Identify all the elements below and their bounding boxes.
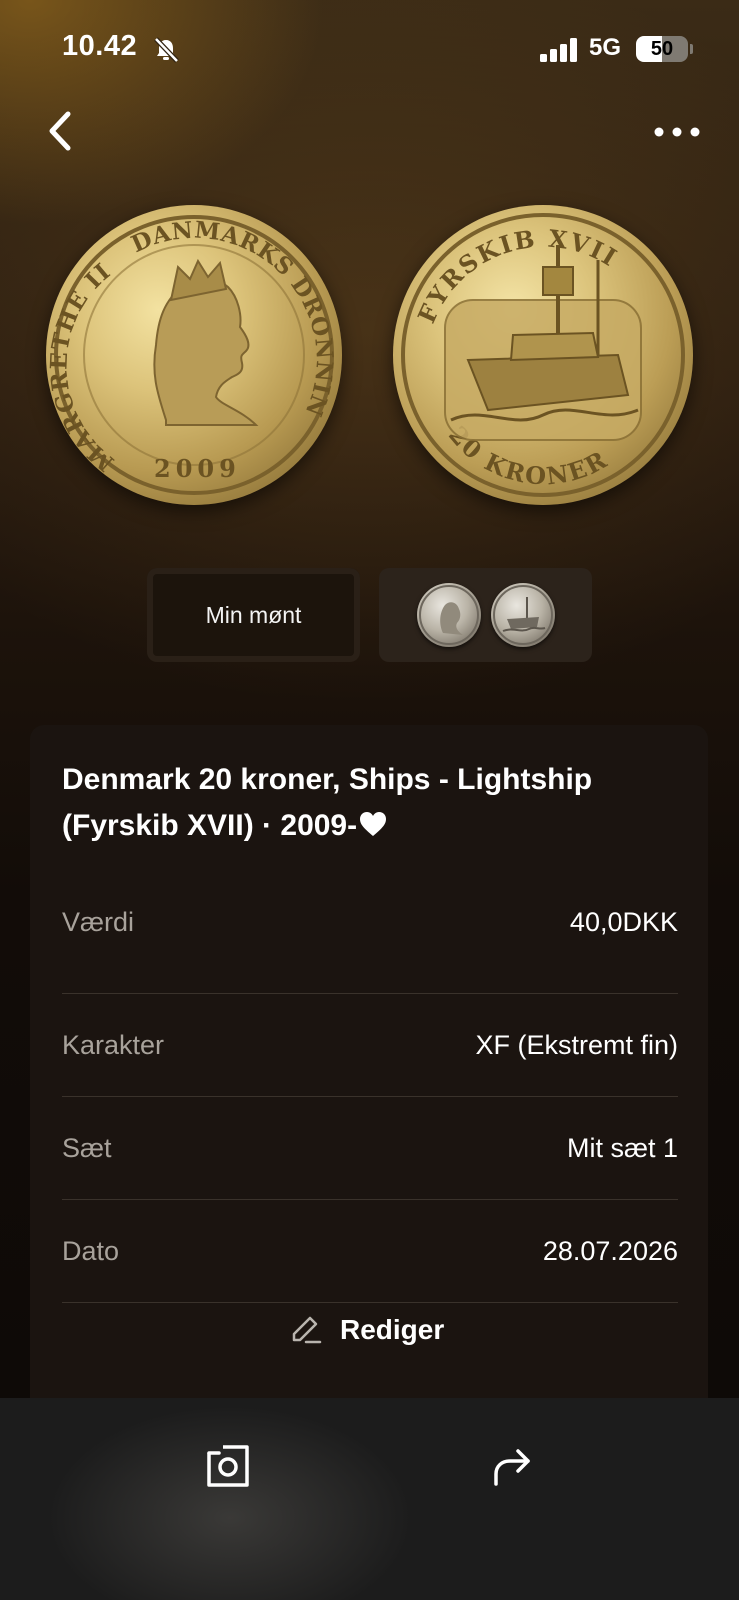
bell-slash-icon xyxy=(154,37,179,63)
divider xyxy=(62,1302,678,1303)
detail-value: Mit sæt 1 xyxy=(566,1133,678,1163)
my-coin-tab[interactable]: Min mønt xyxy=(147,568,360,662)
edit-button[interactable]: Rediger xyxy=(288,1305,444,1355)
battery-level: 50 xyxy=(650,37,674,60)
coin-thumbnails-tab[interactable] xyxy=(379,568,592,662)
detail-row-set: Sæt Mit sæt 1 xyxy=(62,1097,678,1199)
coin-title: Denmark 20 kroner, Ships - Lightship (Fy… xyxy=(62,763,593,842)
detail-row-value: Værdi 40,0DKK xyxy=(62,871,678,973)
ellipsis-icon[interactable] xyxy=(652,112,702,152)
detail-value: 28.07.2026 xyxy=(542,1236,678,1266)
detail-label: Karakter xyxy=(62,1030,165,1060)
pencil-icon xyxy=(292,1316,322,1344)
detail-row-grade: Karakter XF (Ekstremt fin) xyxy=(62,994,678,1096)
status-time: 10.42 xyxy=(62,30,138,62)
status-bar: 10.42 5G 50 xyxy=(0,0,739,100)
bottom-toolbar xyxy=(0,1398,739,1600)
share-arrow-icon[interactable] xyxy=(490,1444,534,1488)
heart-icon[interactable] xyxy=(359,811,387,837)
detail-label: Sæt xyxy=(62,1133,112,1163)
detail-value: 40,0DKK xyxy=(569,907,678,937)
obverse-year: 2009 xyxy=(154,454,241,483)
chevron-left-icon[interactable] xyxy=(44,108,78,154)
coin-title-block: Denmark 20 kroner, Ships - Lightship (Fy… xyxy=(62,757,682,849)
my-coin-tab-label: Min mønt xyxy=(205,601,302,628)
coin-details-card: Denmark 20 kroner, Ships - Lightship (Fy… xyxy=(30,725,708,1425)
battery-tip xyxy=(690,44,693,54)
coin-obverse-image[interactable]: MARGRETHE II DANMARKS DRONNING 2009 xyxy=(46,205,342,505)
coin-reverse-image[interactable]: FYRSKIB XVII 20 KRONER xyxy=(393,205,693,505)
detail-label: Værdi xyxy=(62,907,135,937)
detail-value: XF (Ekstremt fin) xyxy=(475,1030,678,1060)
detail-label: Dato xyxy=(62,1236,120,1266)
obverse-legend-left: MARGRETHE II xyxy=(46,258,118,477)
signal-bars-icon xyxy=(540,38,577,62)
thumbnail-obverse xyxy=(417,583,481,647)
detail-row-date: Dato 28.07.2026 xyxy=(62,1200,678,1302)
network-type: 5G xyxy=(589,34,622,61)
edit-button-label: Rediger xyxy=(340,1314,445,1345)
thumbnail-reverse xyxy=(491,583,555,647)
svg-text:MARGRETHE II: MARGRETHE II xyxy=(46,258,119,477)
battery-indicator: 50 xyxy=(636,36,688,62)
camera-icon[interactable] xyxy=(205,1443,251,1489)
